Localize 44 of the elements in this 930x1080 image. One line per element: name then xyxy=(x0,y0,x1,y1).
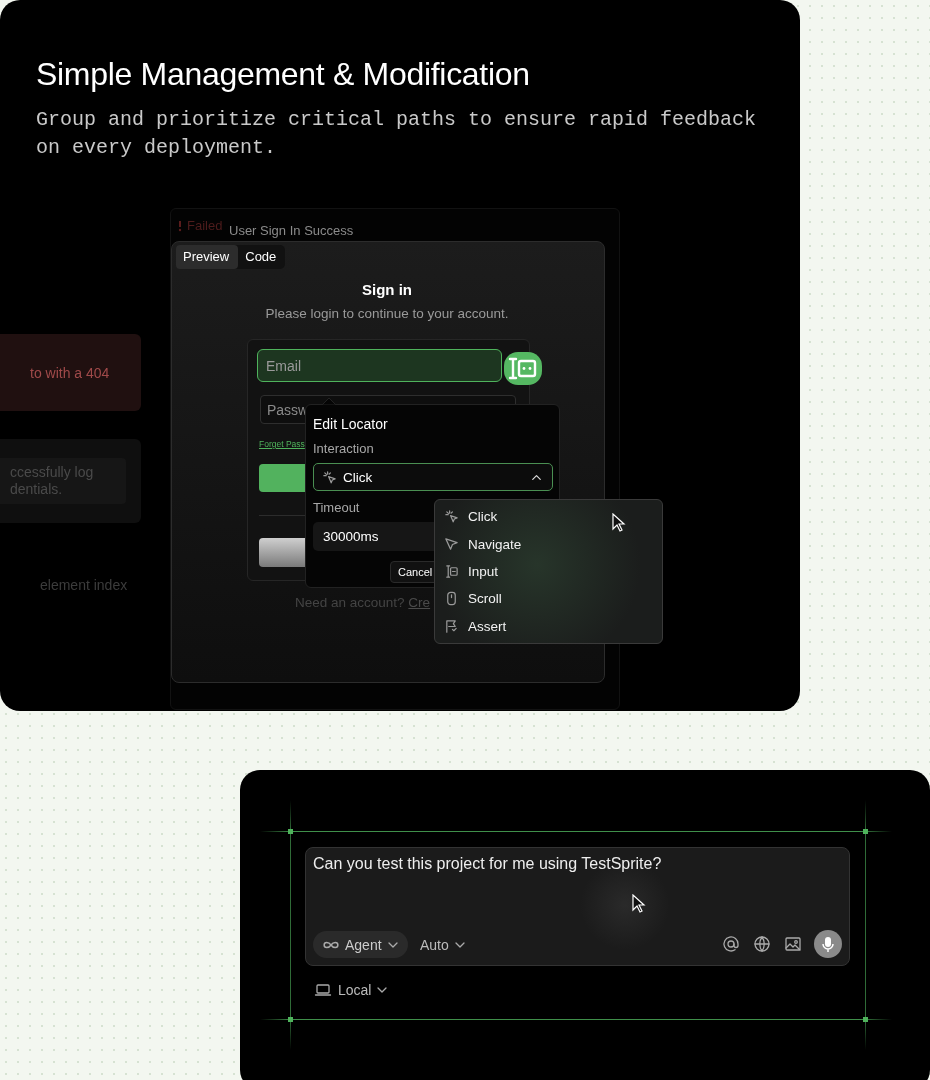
chevron-icon xyxy=(377,987,388,993)
click-icon xyxy=(322,469,337,485)
pointer-icon xyxy=(444,536,459,552)
heading: Simple Management & Modification xyxy=(36,55,531,94)
menu-item[interactable]: Scroll xyxy=(468,591,502,607)
mode-selector[interactable]: Agent xyxy=(313,931,408,958)
image-icon[interactable] xyxy=(784,935,802,953)
at-icon[interactable] xyxy=(722,935,740,953)
test-name: User Sign In Success xyxy=(229,223,354,238)
alert-icon xyxy=(176,218,184,233)
cursor-icon xyxy=(612,513,626,533)
faded-text: element index xyxy=(39,577,128,593)
environment-selector[interactable]: Local xyxy=(314,981,388,999)
text-cursor-icon xyxy=(444,564,459,579)
email-field[interactable]: Email xyxy=(257,349,502,382)
infinity-icon xyxy=(323,940,339,949)
message-text: Can you test this project for me using TestSprite? xyxy=(313,855,662,873)
form-subtitle: Please login to continue to your account. xyxy=(264,306,510,321)
menu-item[interactable]: Assert xyxy=(468,618,507,634)
forgot-password-link[interactable]: Forget Pass xyxy=(259,439,305,449)
field-label: Timeout xyxy=(313,500,360,515)
laptop-icon xyxy=(314,981,332,999)
flag-icon xyxy=(444,618,459,634)
popover-title: Edit Locator xyxy=(313,416,388,432)
description: Group and prioritize critical paths to ensure rapid feedback on every deployment. xyxy=(36,107,758,161)
status-text: Failed xyxy=(187,218,223,233)
cursor-icon xyxy=(632,894,646,914)
chat-input[interactable] xyxy=(305,847,850,966)
form-title: Sign in xyxy=(361,281,413,298)
menu-item[interactable]: Input xyxy=(468,564,499,579)
tab[interactable]: Code xyxy=(238,245,286,269)
model-selector[interactable]: Auto xyxy=(420,931,465,958)
globe-icon[interactable] xyxy=(753,935,771,953)
microphone-icon xyxy=(819,935,837,953)
tab[interactable]: Preview xyxy=(176,245,239,269)
field-label: Interaction xyxy=(313,441,374,456)
chevron-icon xyxy=(387,941,398,948)
mouse-icon xyxy=(444,591,459,607)
menu-item[interactable]: Navigate xyxy=(468,536,522,552)
menu-item[interactable]: Click xyxy=(468,509,498,525)
interaction-dropdown[interactable]: Click xyxy=(313,463,553,491)
chevron-icon xyxy=(454,941,465,948)
faded-text: to with a 404 xyxy=(29,364,110,381)
click-icon xyxy=(444,509,459,525)
